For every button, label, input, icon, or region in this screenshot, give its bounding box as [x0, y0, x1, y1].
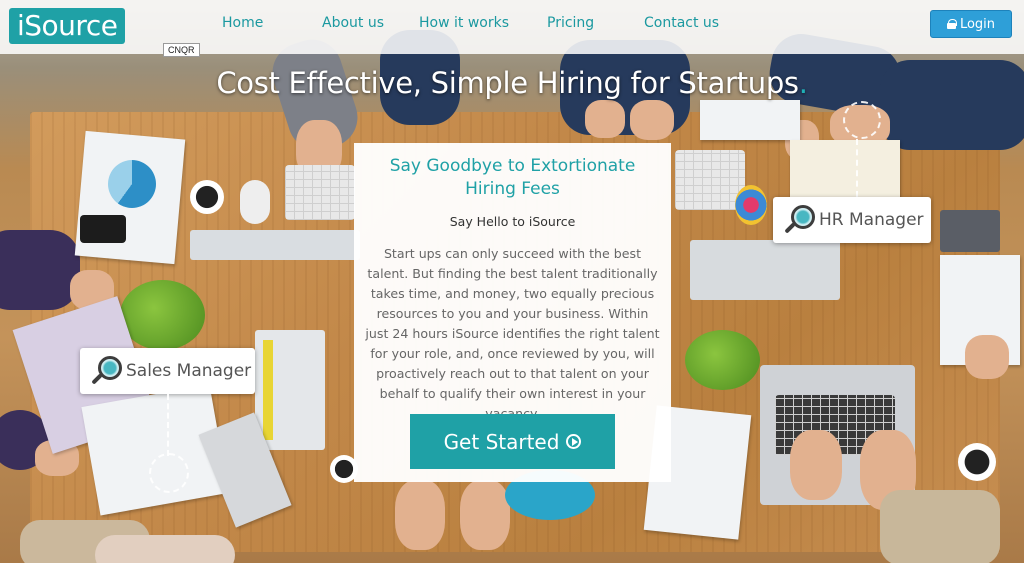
nav-contact-us[interactable]: Contact us [644, 15, 719, 31]
play-circle-icon [566, 434, 582, 449]
keyboard [285, 165, 355, 220]
get-started-label: Get Started [443, 429, 560, 454]
card-subtitle: Say Hello to iSource [449, 214, 576, 229]
hr-dashed-ring [843, 101, 881, 139]
hr-dashed-line [856, 139, 858, 197]
person-arm [880, 490, 1000, 563]
person-hand [965, 335, 1009, 379]
magnifier-icon [783, 204, 815, 236]
sales-dashed-ring [149, 453, 189, 493]
login-button[interactable]: Login [930, 10, 1012, 38]
site-logo[interactable]: iSource [9, 8, 126, 44]
hr-manager-label: HR Manager [819, 210, 924, 230]
hero-headline: Cost Effective, Simple Hiring for Startu… [0, 66, 1024, 100]
headline-accent-dot: . [798, 66, 808, 100]
sales-manager-label: Sales Manager [126, 361, 252, 381]
person-arm [0, 230, 80, 310]
nav-about-us[interactable]: About us [322, 15, 384, 31]
get-started-button[interactable]: Get Started [410, 414, 615, 469]
person-arm [95, 535, 235, 563]
overlay-tag: CNQR [163, 43, 200, 57]
nav-pricing[interactable]: Pricing [547, 15, 594, 31]
person-hand [460, 480, 510, 550]
sales-dashed-line [167, 394, 169, 456]
monitor [690, 240, 840, 300]
top-navbar: iSource Home About us How it works Prici… [0, 0, 1024, 54]
coffee-cup [958, 443, 996, 481]
nav-home[interactable]: Home [222, 15, 263, 31]
login-label: Login [959, 16, 996, 32]
monitor [190, 230, 360, 260]
lock-icon [946, 19, 957, 29]
hero-headline-text: Cost Effective, Simple Hiring for Startu… [216, 66, 799, 100]
calculator [940, 210, 1000, 252]
person-hand [790, 430, 842, 500]
candy-jar [735, 185, 767, 225]
paper-sheet [700, 100, 800, 140]
card-title: Say Goodbye to Extortionate Hiring Fees [389, 156, 636, 199]
nav-how-it-works[interactable]: How it works [419, 15, 509, 31]
phone [80, 215, 126, 243]
person-hand [585, 100, 625, 138]
plant [120, 280, 205, 350]
person-hand [395, 480, 445, 550]
plant [685, 330, 760, 390]
card-body: Start ups can only succeed with the best… [365, 246, 660, 421]
sales-manager-chip: Sales Manager [80, 348, 255, 394]
binder-yellow [263, 340, 273, 440]
coffee-cup [190, 180, 224, 214]
person-hand [630, 100, 674, 140]
chart-graphic [108, 160, 156, 208]
intro-card: Say Goodbye to Extortionate Hiring Fees … [354, 143, 671, 482]
mouse [240, 180, 270, 224]
hr-manager-chip: HR Manager [773, 197, 931, 243]
magnifier-icon [90, 355, 122, 387]
